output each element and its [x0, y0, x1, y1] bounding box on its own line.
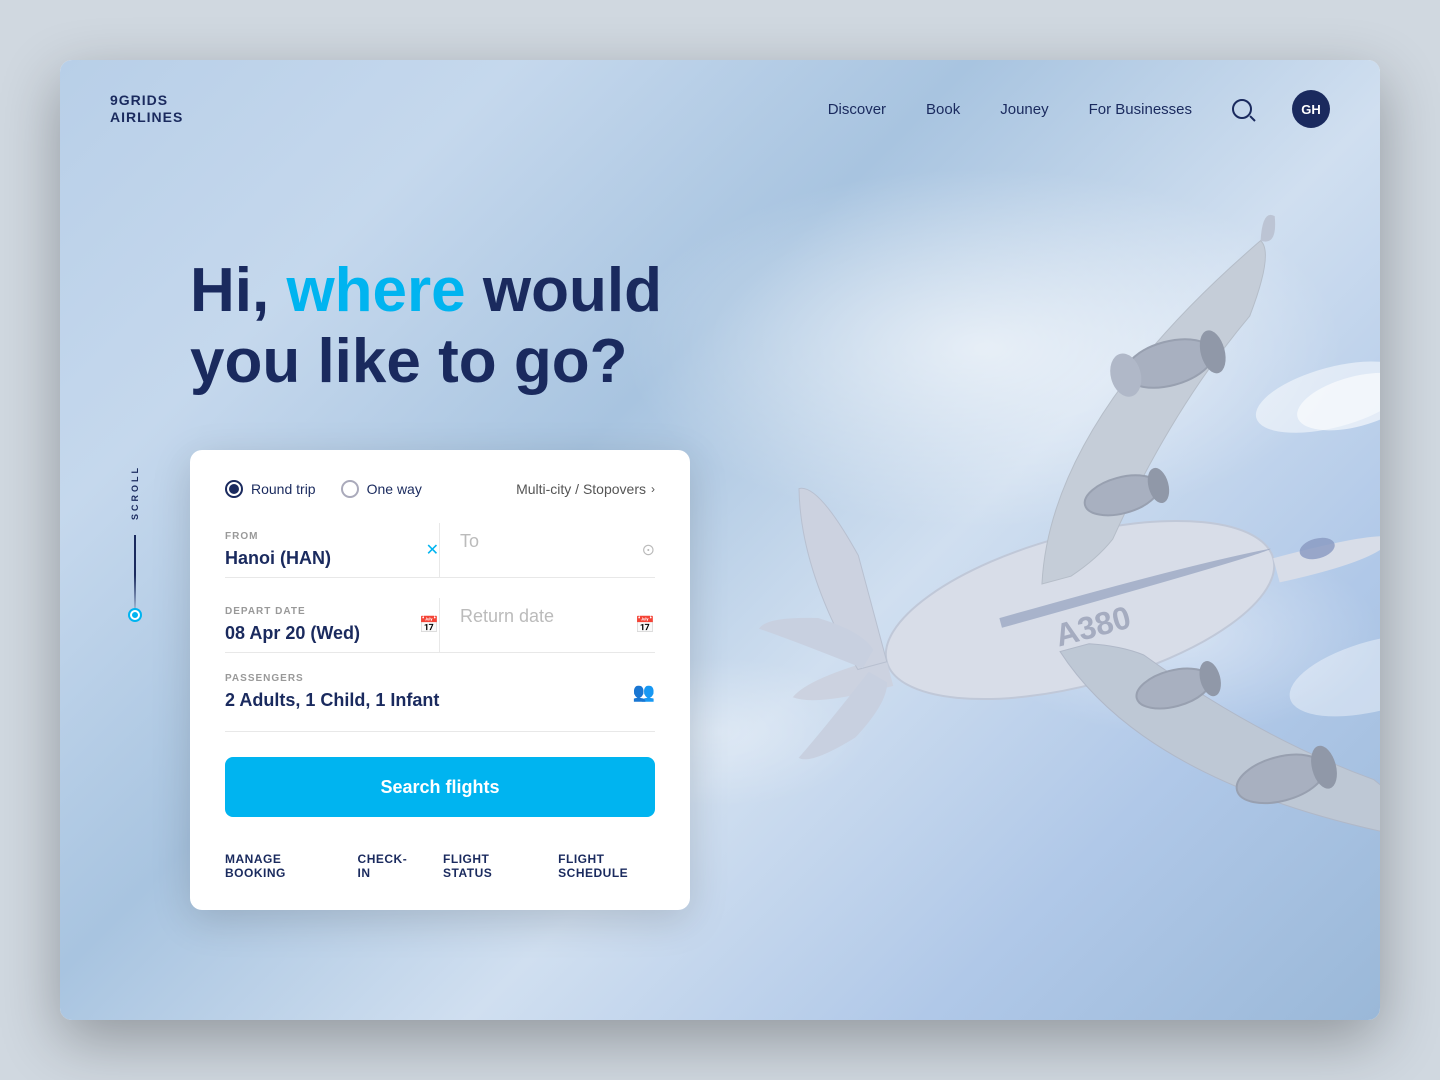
- passengers-label: PASSENGERS: [225, 673, 439, 684]
- to-placeholder: To: [460, 531, 655, 552]
- round-trip-option[interactable]: Round trip: [225, 480, 316, 498]
- one-way-option[interactable]: One way: [341, 480, 422, 498]
- depart-value: 08 Apr 20 (Wed): [225, 623, 419, 644]
- to-field[interactable]: To ⊙: [440, 523, 655, 577]
- scroll-text: SCROLL: [130, 465, 140, 520]
- depart-field[interactable]: DEPART DATE 08 Apr 20 (Wed) 📅: [225, 598, 440, 652]
- chevron-right-icon: ›: [651, 482, 655, 496]
- one-way-label: One way: [367, 481, 422, 497]
- nav-discover[interactable]: Discover: [828, 101, 886, 118]
- manage-booking-link[interactable]: MANAGE BOOKING: [225, 852, 323, 880]
- depart-label: DEPART DATE: [225, 606, 419, 617]
- multi-city-label: Multi-city / Stopovers: [516, 481, 646, 497]
- passengers-field: PASSENGERS 2 Adults, 1 Child, 1 Infant: [225, 673, 439, 711]
- flight-schedule-link[interactable]: FLIGHT SCHEDULE: [558, 852, 655, 880]
- passengers-row[interactable]: PASSENGERS 2 Adults, 1 Child, 1 Infant 👥: [225, 673, 655, 732]
- avatar[interactable]: GH: [1292, 90, 1330, 128]
- return-placeholder: Return date: [460, 606, 655, 627]
- scroll-indicator: SCROLL: [130, 465, 140, 615]
- depart-calendar-icon[interactable]: 📅: [419, 615, 439, 635]
- nav-book[interactable]: Book: [926, 101, 960, 118]
- from-value: Hanoi (HAN): [225, 548, 419, 569]
- from-label: FROM: [225, 531, 419, 542]
- multi-city-option[interactable]: Multi-city / Stopovers ›: [516, 481, 655, 497]
- hero-text: Hi, where wouldyou like to go?: [190, 255, 662, 398]
- hero-title-start: Hi,: [190, 256, 286, 325]
- bottom-links: MANAGE BOOKING CHECK-IN FLIGHT STATUS FL…: [225, 847, 655, 880]
- from-to-row: FROM Hanoi (HAN) ✕ To ⊙: [225, 523, 655, 578]
- scroll-dot: [130, 610, 140, 620]
- one-way-radio[interactable]: [341, 480, 359, 498]
- flight-status-link[interactable]: FLIGHT STATUS: [443, 852, 523, 880]
- airplane-image: A380: [650, 140, 1380, 920]
- round-trip-radio-inner: [229, 484, 239, 494]
- trip-type-row: Round trip One way Multi-city / Stopover…: [225, 480, 655, 498]
- from-field[interactable]: FROM Hanoi (HAN) ✕: [225, 523, 440, 577]
- search-flights-button[interactable]: Search flights: [225, 757, 655, 817]
- logo[interactable]: 9GRIDS AIRLINES: [110, 92, 183, 126]
- round-trip-radio[interactable]: [225, 480, 243, 498]
- search-icon[interactable]: [1232, 99, 1252, 119]
- check-in-link[interactable]: CHECK-IN: [358, 852, 409, 880]
- dates-row: DEPART DATE 08 Apr 20 (Wed) 📅 Return dat…: [225, 598, 655, 653]
- nav-for-businesses[interactable]: For Businesses: [1089, 101, 1192, 118]
- passengers-value: 2 Adults, 1 Child, 1 Infant: [225, 690, 439, 711]
- hero-title-highlight: where: [286, 256, 465, 325]
- nav-links: Discover Book Jouney For Businesses GH: [828, 90, 1330, 128]
- location-icon: ⊙: [642, 540, 655, 560]
- navbar: 9GRIDS AIRLINES Discover Book Jouney For…: [60, 60, 1380, 158]
- return-calendar-icon[interactable]: 📅: [635, 615, 655, 635]
- search-card: Round trip One way Multi-city / Stopover…: [190, 450, 690, 910]
- hero-title: Hi, where wouldyou like to go?: [190, 255, 662, 398]
- nav-journey[interactable]: Jouney: [1000, 101, 1048, 118]
- browser-window: A380 9GRIDS AIRLINES: [60, 60, 1380, 1020]
- passengers-icon: 👥: [633, 682, 655, 703]
- hero-background: A380 9GRIDS AIRLINES: [60, 60, 1380, 1020]
- return-field[interactable]: Return date 📅: [440, 598, 655, 652]
- round-trip-label: Round trip: [251, 481, 316, 497]
- scroll-line: [134, 535, 136, 615]
- clear-from-icon[interactable]: ✕: [426, 540, 439, 560]
